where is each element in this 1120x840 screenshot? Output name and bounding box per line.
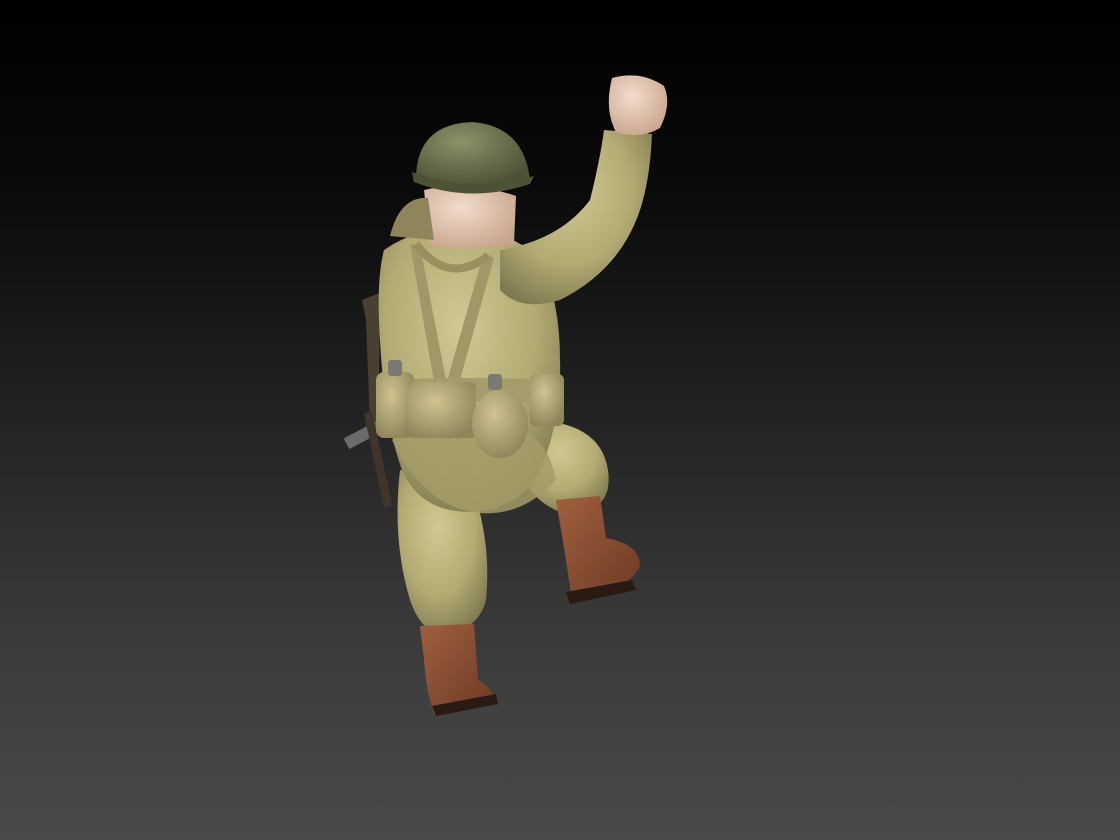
pouch-center — [408, 382, 476, 438]
head — [390, 122, 534, 249]
canteen — [472, 390, 528, 458]
soldier-figure — [343, 75, 668, 716]
backpack-roll — [390, 197, 434, 240]
raised-arm — [500, 75, 668, 305]
pouch-right — [530, 374, 564, 426]
render-viewport — [0, 0, 1120, 840]
helmet — [416, 122, 530, 189]
